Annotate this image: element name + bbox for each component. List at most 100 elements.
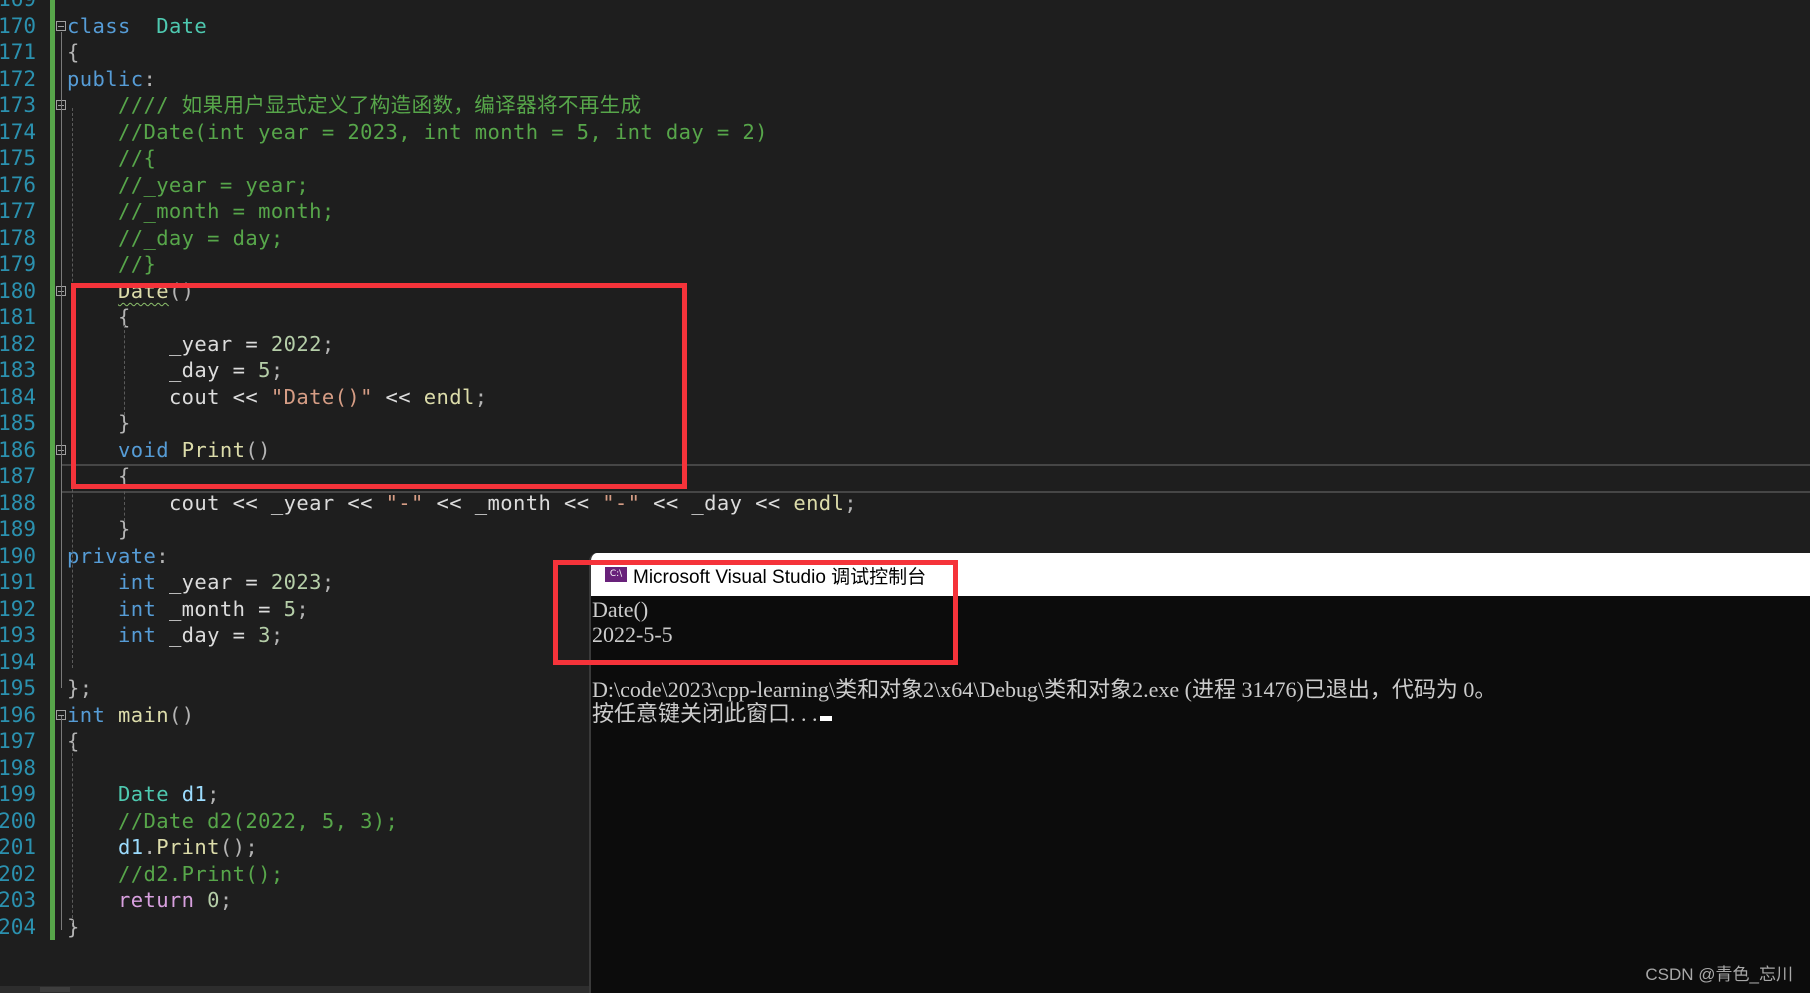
code-token: _month = (156, 596, 284, 621)
code-line[interactable]: 174 //Date(int year = 2023, int month = … (0, 119, 1810, 146)
collapse-class-icon[interactable] (56, 21, 66, 31)
line-number: 193 (0, 623, 36, 648)
line-number: 179 (0, 252, 36, 277)
line-number: 202 (0, 861, 36, 886)
code-text: Date() (67, 278, 194, 305)
code-token: (); (219, 835, 259, 860)
class-scope-line (61, 32, 62, 688)
line-number: 188 (0, 490, 36, 515)
code-token: cout << (168, 384, 271, 409)
code-line[interactable]: 178 //_day = day; (0, 225, 1810, 252)
line-number: 200 (0, 808, 36, 833)
code-token: d1 (117, 835, 144, 860)
indent-guide (72, 743, 73, 923)
code-text: { (67, 304, 131, 331)
code-text: private: (67, 543, 169, 570)
line-number: 198 (0, 755, 36, 780)
console-app-icon: C:\ (605, 567, 627, 582)
code-token: main (117, 702, 169, 727)
code-line[interactable]: 187 { (0, 463, 1810, 490)
code-line[interactable]: 173 //// 如果用户显式定义了构造函数，编译器将不再生成 (0, 92, 1810, 119)
debug-console-window[interactable]: C:\ Microsoft Visual Studio 调试控制台 Date()… (589, 553, 1810, 993)
text-cursor (819, 716, 832, 721)
code-line[interactable]: 188 cout << _year << "-" << _month << "-… (0, 490, 1810, 517)
horizontal-scrollbar[interactable] (0, 986, 589, 993)
code-line[interactable]: 175 //{ (0, 145, 1810, 172)
line-number: 184 (0, 384, 36, 409)
code-text: int main() (67, 702, 194, 729)
code-text: public: (67, 66, 156, 93)
code-token: //{ (117, 146, 157, 171)
code-text: int _month = 5; (67, 596, 309, 623)
line-number: 192 (0, 596, 36, 621)
code-text: //{ (67, 145, 156, 172)
code-line[interactable]: 171 { (0, 39, 1810, 66)
indent-guide (72, 108, 73, 668)
code-token: 3 (258, 623, 271, 648)
code-token: //_day = day; (117, 225, 284, 250)
line-number: 194 (0, 649, 36, 674)
code-text: return 0; (67, 887, 233, 914)
code-text: cout << "Date()" << endl; (67, 384, 488, 411)
console-output-line: Date() (592, 597, 649, 622)
code-token: int (67, 702, 106, 727)
line-number: 203 (0, 888, 36, 913)
code-text: //_month = month; (67, 198, 335, 225)
console-title-bar[interactable]: C:\ Microsoft Visual Studio 调试控制台 (591, 553, 1810, 596)
code-line[interactable]: 170 class Date (0, 13, 1810, 40)
code-token: int (117, 570, 157, 595)
code-token: _year = (168, 331, 271, 356)
code-token: //d2.Print(); (117, 861, 284, 886)
code-token: class (67, 13, 131, 38)
scrollbar-thumb[interactable] (40, 987, 70, 992)
line-number: 175 (0, 146, 36, 171)
code-text: } (67, 516, 131, 543)
code-line[interactable]: 180 Date() (0, 278, 1810, 305)
code-token: }; (67, 676, 93, 701)
code-line[interactable]: 185 } (0, 410, 1810, 437)
code-line[interactable]: 172 public: (0, 66, 1810, 93)
code-line[interactable]: 189 } (0, 516, 1810, 543)
code-line[interactable]: 186 void Print() (0, 437, 1810, 464)
code-line[interactable]: 179 //} (0, 251, 1810, 278)
code-token: Date (156, 13, 208, 38)
line-number: 183 (0, 358, 36, 383)
code-line[interactable]: 177 //_month = month; (0, 198, 1810, 225)
line-number: 201 (0, 835, 36, 860)
code-line[interactable]: 182 _year = 2022; (0, 331, 1810, 358)
main-scope-line (61, 716, 62, 930)
code-text: //_year = year; (67, 172, 309, 199)
line-number: 174 (0, 119, 36, 144)
code-token: << (372, 384, 424, 409)
code-token: "-" (385, 490, 424, 515)
line-number: 177 (0, 199, 36, 224)
line-number: 187 (0, 464, 36, 489)
code-token: Date (117, 278, 169, 303)
indent-guide (124, 486, 125, 521)
code-line[interactable]: 169 (0, 0, 1810, 13)
code-line[interactable]: 184 cout << "Date()" << endl; (0, 384, 1810, 411)
code-line[interactable]: 181 { (0, 304, 1810, 331)
code-token: () (245, 437, 271, 462)
code-token: //Date d2(2022, 5, 3); (117, 808, 399, 833)
line-number: 172 (0, 66, 36, 91)
code-line[interactable]: 183 _day = 5; (0, 357, 1810, 384)
code-token: ; (296, 596, 310, 621)
code-token: ; (207, 782, 220, 807)
line-number: 185 (0, 411, 36, 436)
code-text: }; (67, 675, 92, 702)
code-line[interactable]: 176 //_year = year; (0, 172, 1810, 199)
indent-guide (124, 325, 125, 415)
code-token: ; (219, 888, 233, 913)
line-number: 196 (0, 702, 36, 727)
